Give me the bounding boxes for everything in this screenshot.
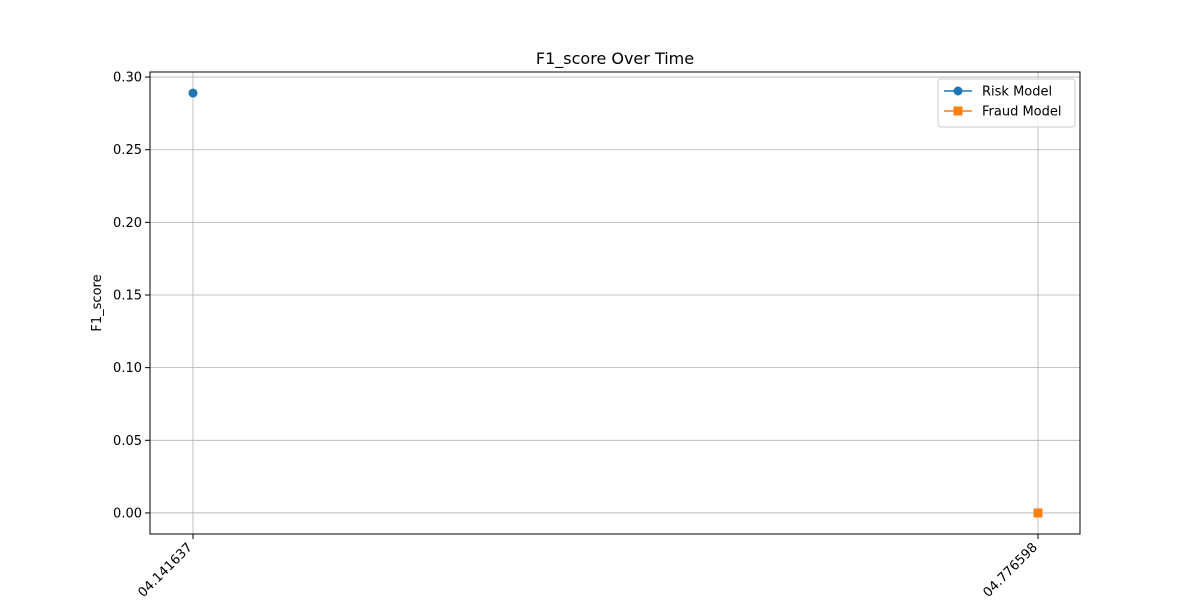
x-tick-label: 04.776598 bbox=[981, 540, 1041, 600]
series-layer bbox=[188, 88, 1043, 518]
y-tick-label: 0.20 bbox=[113, 216, 142, 231]
chart-container: 0.00 0.05 0.10 0.15 0.20 0.25 0.30 04.141637 04.… bbox=[0, 0, 1200, 601]
legend-marker bbox=[953, 106, 963, 116]
data-point-marker bbox=[188, 88, 198, 98]
plot-frame bbox=[149, 71, 1081, 535]
series-fraud-model bbox=[1033, 508, 1043, 518]
y-axis-label: F1_score bbox=[90, 274, 105, 331]
y-tick-label: 0.00 bbox=[113, 506, 142, 521]
legend-label: Fraud Model bbox=[982, 105, 1062, 120]
y-tick-label: 0.30 bbox=[113, 71, 142, 86]
x-tick-label: 04.141637 bbox=[136, 540, 196, 600]
data-point-marker bbox=[1033, 508, 1043, 518]
grid-layer bbox=[150, 72, 1080, 534]
legend-label: Risk Model bbox=[982, 85, 1052, 100]
legend-marker bbox=[953, 86, 963, 96]
chart-title: F1_score Over Time bbox=[536, 49, 694, 69]
series-risk-model bbox=[188, 88, 198, 98]
y-tick-label: 0.15 bbox=[113, 289, 142, 304]
y-tick-label: 0.10 bbox=[113, 361, 142, 376]
chart-svg: 0.00 0.05 0.10 0.15 0.20 0.25 0.30 04.141637 04.… bbox=[90, 49, 1081, 601]
y-tick-label: 0.25 bbox=[113, 143, 142, 158]
legend: Risk Model Fraud Model bbox=[937, 78, 1076, 128]
y-tick-label: 0.05 bbox=[113, 434, 142, 449]
